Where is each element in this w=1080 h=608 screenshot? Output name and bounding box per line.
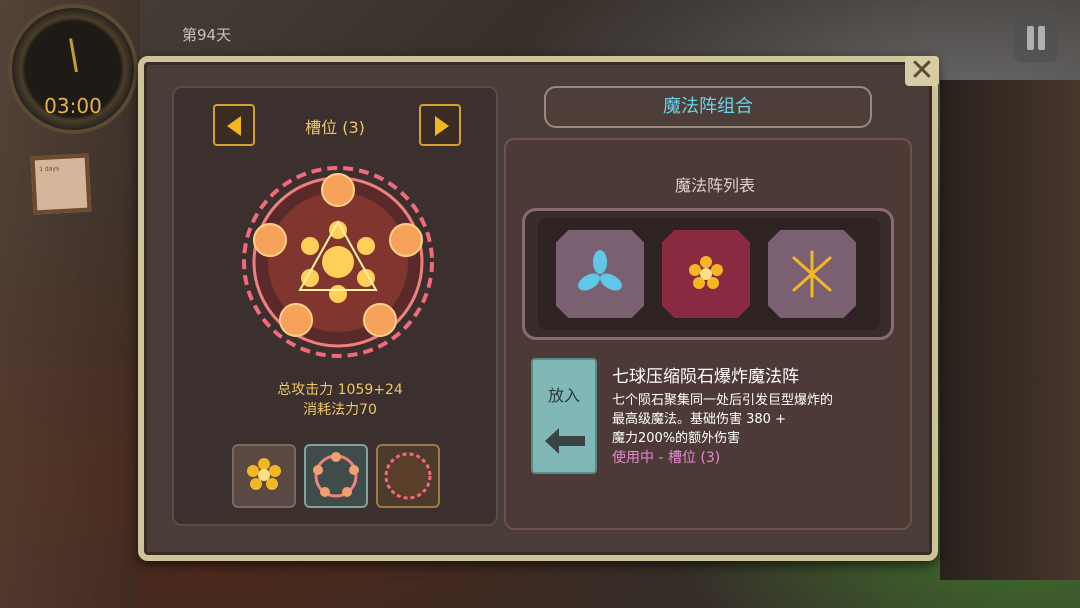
magic-item-tri-leaf[interactable] [556,230,644,318]
put-in-button[interactable]: 放入 [531,358,597,474]
description-line: 最高级魔法。基础伤害 380 + [612,412,786,427]
flower-icon [247,458,281,490]
arrow-right-icon [435,116,449,136]
magic-list-title: 魔法阵列表 [674,176,755,195]
clock-time: 03:00 [44,94,102,118]
star-burst-icon [792,250,832,298]
flower-icon [689,256,723,289]
component-slot-flower[interactable] [232,444,296,508]
next-slot-button[interactable] [419,104,461,146]
component-slot-ring[interactable] [304,444,368,508]
total-attack-label: 总攻击力 1059+24 [277,382,403,398]
close-button[interactable]: ✕ [905,56,939,86]
component-slot-dashed-ring[interactable] [376,444,440,508]
description-line: 七个陨石聚集同一处后引发巨型爆炸的 [612,393,834,408]
slot-title: 槽位 (3) [305,118,365,137]
magic-item-star-burst[interactable] [768,230,856,318]
quest-note[interactable]: 1 days [30,153,92,215]
magic-name: 七球压缩陨石爆炸魔法阵 [612,367,799,387]
ring-pentagon-icon [313,452,359,498]
arrow-left-icon [227,116,241,136]
put-in-label: 放入 [547,386,580,405]
dashed-ring-icon [384,452,432,500]
pause-button[interactable] [1014,14,1058,62]
day-counter: 第94天 [182,26,232,44]
usage-status: 使用中 - 槽位 (3) [612,450,721,466]
mana-cost-label: 消耗法力70 [303,402,377,418]
day-clock: 03:00 [8,4,138,134]
prev-slot-button[interactable] [213,104,255,146]
arrow-left-icon [545,428,585,454]
magic-item-flower[interactable] [662,230,750,318]
quest-note-text: 1 days [39,165,60,174]
background-beam [940,80,1080,580]
description-line: 魔力200%的额外伤害 [612,431,741,446]
magic-circle-preview [242,166,434,358]
tri-leaf-icon [578,250,622,291]
magic-description: 七个陨石聚集同一处后引发巨型爆炸的 最高级魔法。基础伤害 380 + 魔力200… [612,391,882,448]
clock-hand [69,38,78,73]
panel-title: 魔法阵组合 [544,86,872,128]
